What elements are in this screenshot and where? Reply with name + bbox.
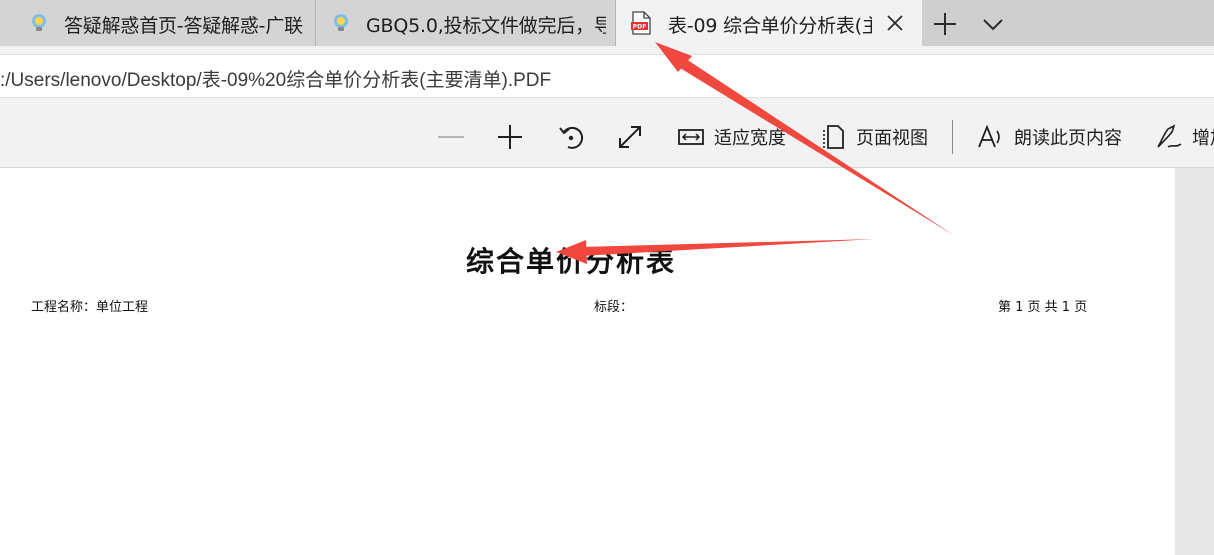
url-text[interactable]: :/Users/lenovo/Desktop/表-09%20综合单价分析表(主要… xyxy=(0,65,551,92)
fit-width-icon xyxy=(678,129,704,145)
chevron-down-icon[interactable] xyxy=(981,12,1005,36)
new-tab-icon[interactable] xyxy=(932,11,958,37)
pdf-icon: PDF xyxy=(631,11,651,35)
rotate-button[interactable] xyxy=(556,106,586,168)
page-view-icon xyxy=(823,125,844,149)
pen-icon xyxy=(1157,124,1182,148)
url-field[interactable]: :/Users/lenovo/Desktop/表-09%20综合单价分析表(主要… xyxy=(0,54,1214,98)
fullscreen-icon xyxy=(619,126,641,148)
zoom-in-button[interactable] xyxy=(495,106,525,168)
read-aloud-icon xyxy=(978,124,1000,148)
fit-width-label: 适应宽度 xyxy=(714,128,786,149)
read-aloud-label: 朗读此页内容 xyxy=(1014,128,1122,149)
page-info: 第 1 页 共 1 页 xyxy=(998,300,1088,315)
tab-title: 答疑解惑首页-答疑解惑-广联 xyxy=(64,15,303,37)
zoom-out-icon xyxy=(438,136,464,138)
svg-text:PDF: PDF xyxy=(633,24,647,31)
page-view-button[interactable]: 页面视图 xyxy=(818,106,928,168)
page-view-label: 页面视图 xyxy=(856,128,928,149)
tab-2[interactable]: GBQ5.0,投标文件做完后，导 xyxy=(316,0,616,46)
lightbulb-icon xyxy=(32,14,46,31)
project-name: 工程名称：单位工程 xyxy=(31,300,149,315)
read-aloud-button[interactable]: 朗读此页内容 xyxy=(976,106,1122,168)
zoom-out-button[interactable] xyxy=(436,106,466,168)
zoom-in-icon xyxy=(498,125,522,149)
rotate-icon xyxy=(559,126,584,149)
add-notes-button[interactable]: 增加 xyxy=(1154,106,1214,168)
tab-title: 表-09 综合单价分析表(主 xyxy=(668,15,872,37)
tab-1[interactable]: 答疑解惑首页-答疑解惑-广联 xyxy=(0,0,316,46)
toolbar-divider xyxy=(952,120,953,154)
lightbulb-icon xyxy=(334,14,348,31)
vertical-scrollbar[interactable] xyxy=(1175,168,1214,555)
document-title: 综合单价分析表 xyxy=(465,245,676,278)
fullscreen-button[interactable] xyxy=(615,106,645,168)
add-notes-label: 增加 xyxy=(1192,128,1214,149)
section-label: 标段： xyxy=(594,300,634,315)
fit-width-button[interactable]: 适应宽度 xyxy=(676,106,786,168)
pdf-toolbar: 适应宽度 页面视图 朗读此页内容 增加 xyxy=(0,106,1214,168)
tab-strip: 答疑解惑首页-答疑解惑-广联 GBQ5.0,投标文件做完后，导 PDF 表-09… xyxy=(0,0,1214,46)
pdf-page: 综合单价分析表 工程名称：单位工程 标段： 第 1 页 共 1 页 xyxy=(0,168,1175,555)
address-bar: :/Users/lenovo/Desktop/表-09%20综合单价分析表(主要… xyxy=(0,46,1214,106)
close-icon[interactable] xyxy=(884,12,906,34)
tab-title: GBQ5.0,投标文件做完后，导 xyxy=(366,15,606,37)
tab-3-active[interactable]: PDF 表-09 综合单价分析表(主 xyxy=(616,0,922,46)
